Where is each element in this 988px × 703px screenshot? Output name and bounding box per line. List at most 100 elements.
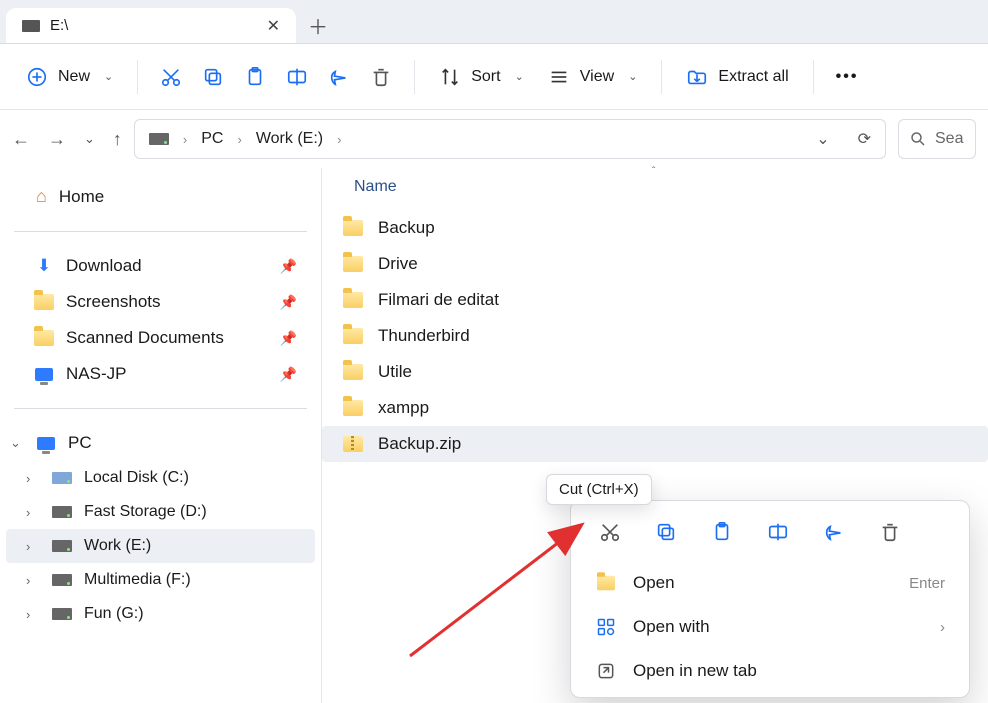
chevron-right-icon: › bbox=[183, 132, 187, 147]
sidebar-item-home[interactable]: ⌂ Home bbox=[6, 178, 315, 215]
file-row[interactable]: Filmari de editat bbox=[322, 282, 988, 318]
ctx-paste-button[interactable] bbox=[707, 517, 737, 547]
separator bbox=[137, 60, 138, 94]
ctx-copy-button[interactable] bbox=[651, 517, 681, 547]
file-row[interactable]: Drive bbox=[322, 246, 988, 282]
share-button[interactable] bbox=[318, 58, 360, 96]
breadcrumb-item[interactable]: PC bbox=[201, 130, 223, 148]
delete-button[interactable] bbox=[360, 58, 402, 96]
copy-button[interactable] bbox=[192, 58, 234, 96]
ctx-item-open-new-tab[interactable]: Open in new tab bbox=[571, 649, 969, 693]
separator bbox=[813, 60, 814, 94]
view-icon bbox=[548, 66, 570, 88]
file-row[interactable]: Backup bbox=[322, 210, 988, 246]
ctx-rename-button[interactable] bbox=[763, 517, 793, 547]
chevron-right-icon: › bbox=[337, 132, 341, 147]
back-button[interactable]: ← bbox=[12, 129, 30, 150]
sidebar-item-screenshots[interactable]: Screenshots 📌 bbox=[6, 284, 315, 320]
drive-icon bbox=[52, 608, 72, 620]
folder-icon bbox=[595, 575, 617, 591]
chevron-right-icon[interactable]: › bbox=[26, 573, 40, 588]
sidebar-item-multimedia-f[interactable]: › Multimedia (F:) bbox=[6, 563, 315, 597]
extract-all-button[interactable]: Extract all bbox=[674, 58, 800, 96]
chevron-right-icon[interactable]: › bbox=[26, 607, 40, 622]
extract-label: Extract all bbox=[718, 68, 788, 86]
new-button[interactable]: New ⌄ bbox=[14, 58, 125, 96]
column-label: Name bbox=[354, 178, 397, 196]
sidebar-item-work-e[interactable]: › Work (E:) bbox=[6, 529, 315, 563]
drive-icon bbox=[22, 20, 40, 32]
sidebar-item-nas-jp[interactable]: NAS-JP 📌 bbox=[6, 356, 315, 392]
rename-button[interactable] bbox=[276, 58, 318, 96]
toolbar: New ⌄ Sort ⌄ bbox=[0, 44, 988, 110]
close-icon[interactable]: ✕ bbox=[267, 16, 280, 36]
sidebar-item-scanned-documents[interactable]: Scanned Documents 📌 bbox=[6, 320, 315, 356]
rename-icon bbox=[767, 521, 789, 543]
cut-button[interactable] bbox=[150, 58, 192, 96]
search-input[interactable]: Sea bbox=[898, 119, 976, 159]
file-name: Utile bbox=[378, 362, 412, 382]
breadcrumb[interactable]: › PC › Work (E:) › ⌄ ⟳ bbox=[134, 119, 886, 159]
ctx-item-open[interactable]: Open Enter bbox=[571, 561, 969, 605]
pin-icon: 📌 bbox=[280, 258, 297, 275]
sort-button[interactable]: Sort ⌄ bbox=[427, 58, 536, 96]
new-tab-icon bbox=[595, 661, 617, 681]
separator bbox=[14, 231, 307, 232]
download-icon: ⬇ bbox=[34, 256, 54, 276]
up-button[interactable]: ↑ bbox=[113, 129, 122, 150]
ctx-item-open-with[interactable]: Open with › bbox=[571, 605, 969, 649]
tab-bar: E:\ ✕ ＋ bbox=[0, 0, 988, 44]
paste-icon bbox=[711, 521, 733, 543]
separator bbox=[14, 408, 307, 409]
file-row[interactable]: Utile bbox=[322, 354, 988, 390]
zip-icon bbox=[342, 436, 364, 452]
view-button[interactable]: View ⌄ bbox=[536, 58, 650, 96]
sidebar-item-local-disk-c[interactable]: › Local Disk (C:) bbox=[6, 461, 315, 495]
ctx-item-label: Open bbox=[633, 573, 675, 593]
copy-icon bbox=[655, 521, 677, 543]
ctx-share-button[interactable] bbox=[819, 517, 849, 547]
drive-icon bbox=[52, 540, 72, 552]
pin-icon: 📌 bbox=[280, 330, 297, 347]
nav-row: ← → ⌄ ↑ › PC › Work (E:) › ⌄ ⟳ Sea bbox=[0, 110, 988, 168]
monitor-icon bbox=[36, 437, 56, 450]
file-row[interactable]: Backup.zip bbox=[322, 426, 988, 462]
sidebar-item-pc[interactable]: ⌄ PC bbox=[6, 425, 315, 461]
file-row[interactable]: Thunderbird bbox=[322, 318, 988, 354]
scissors-icon bbox=[160, 66, 182, 88]
sidebar-item-label: Fast Storage (D:) bbox=[84, 503, 207, 521]
breadcrumb-dropdown[interactable]: ⌄ bbox=[816, 129, 829, 149]
sidebar-item-label: Work (E:) bbox=[84, 537, 151, 555]
sort-indicator-icon: ˆ bbox=[652, 166, 655, 177]
file-row[interactable]: xampp bbox=[322, 390, 988, 426]
sort-icon bbox=[439, 66, 461, 88]
rename-icon bbox=[286, 66, 308, 88]
breadcrumb-item[interactable]: Work (E:) bbox=[256, 130, 323, 148]
forward-button[interactable]: → bbox=[48, 129, 66, 150]
sidebar-item-fun-g[interactable]: › Fun (G:) bbox=[6, 597, 315, 631]
chevron-down-icon: ⌄ bbox=[104, 70, 113, 83]
recent-dropdown[interactable]: ⌄ bbox=[84, 131, 95, 147]
chevron-right-icon[interactable]: › bbox=[26, 539, 40, 554]
sidebar-item-label: Scanned Documents bbox=[66, 328, 224, 348]
chevron-right-icon[interactable]: › bbox=[26, 471, 40, 486]
chevron-down-icon[interactable]: ⌄ bbox=[10, 435, 24, 451]
sidebar-item-label: Download bbox=[66, 256, 142, 276]
column-header-name[interactable]: Name ˆ bbox=[322, 168, 988, 210]
active-tab[interactable]: E:\ ✕ bbox=[6, 8, 296, 43]
more-button[interactable]: ••• bbox=[826, 60, 869, 94]
drive-icon bbox=[52, 574, 72, 586]
drive-folder-icon bbox=[342, 256, 364, 272]
folder-icon bbox=[34, 294, 54, 310]
paste-button[interactable] bbox=[234, 58, 276, 96]
refresh-button[interactable]: ⟳ bbox=[858, 129, 871, 149]
new-tab-button[interactable]: ＋ bbox=[296, 8, 340, 43]
sidebar-item-download[interactable]: ⬇ Download 📌 bbox=[6, 248, 315, 284]
sidebar-item-fast-storage-d[interactable]: › Fast Storage (D:) bbox=[6, 495, 315, 529]
drive-icon bbox=[52, 472, 72, 484]
ctx-delete-button[interactable] bbox=[875, 517, 905, 547]
ctx-cut-button[interactable] bbox=[595, 517, 625, 547]
paste-icon bbox=[244, 66, 266, 88]
chevron-right-icon[interactable]: › bbox=[26, 505, 40, 520]
ctx-item-label: Open with bbox=[633, 617, 710, 637]
